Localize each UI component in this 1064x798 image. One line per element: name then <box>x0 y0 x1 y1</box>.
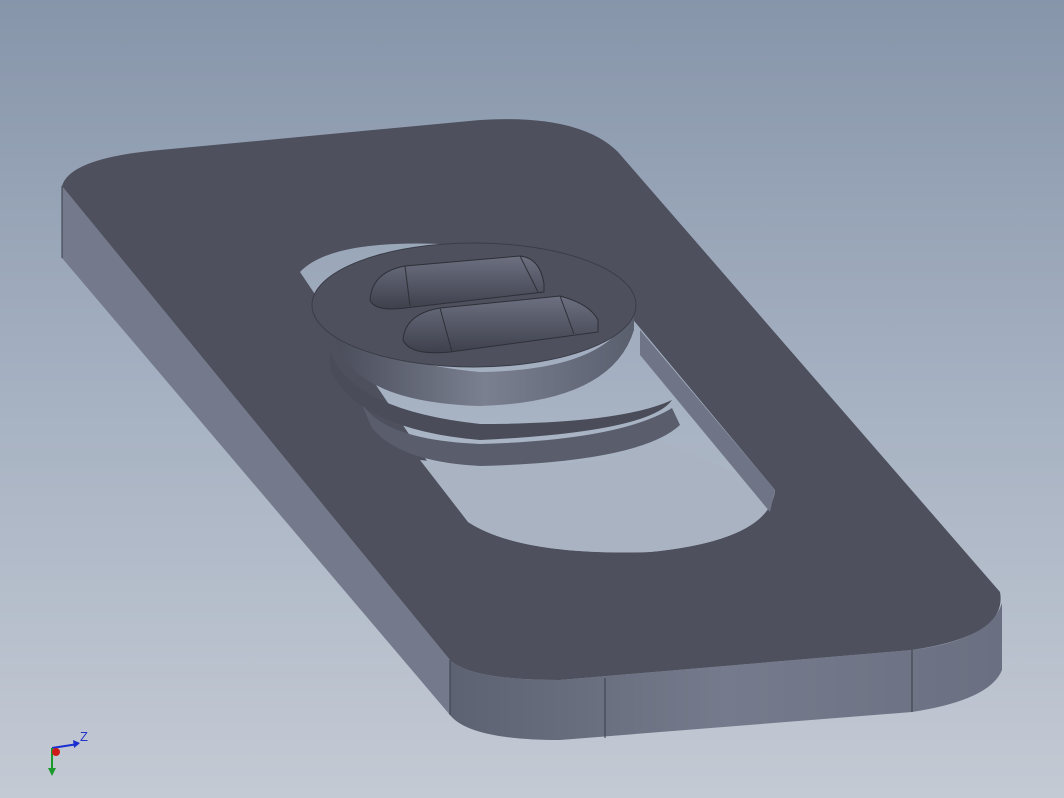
part-model[interactable] <box>0 0 1064 798</box>
z-axis-head <box>73 740 80 748</box>
coordinate-triad[interactable]: Z <box>40 728 100 788</box>
graphics-viewport[interactable]: Z <box>0 0 1064 798</box>
x-axis-dot <box>52 748 60 756</box>
y-axis-head <box>48 768 56 776</box>
z-axis-label: Z <box>80 729 88 744</box>
